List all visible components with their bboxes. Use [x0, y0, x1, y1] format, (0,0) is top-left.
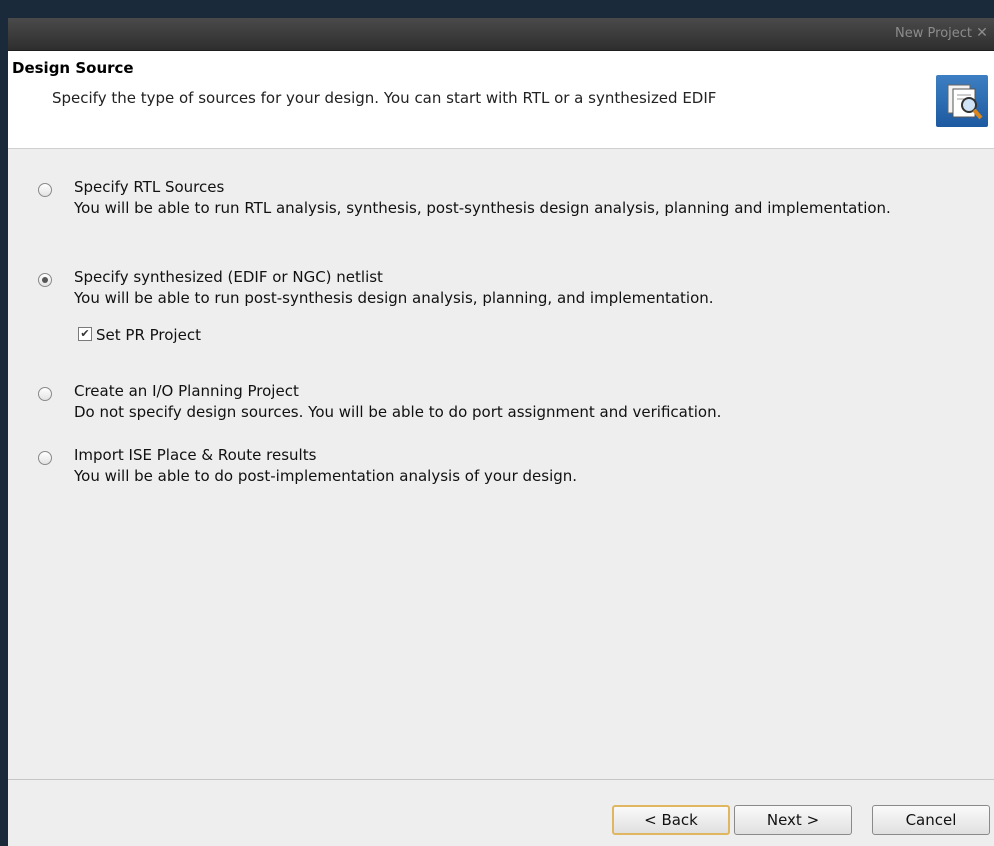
option-title: Specify synthesized (EDIF or NGC) netlis…	[74, 268, 383, 286]
radio-import-ise[interactable]	[38, 451, 52, 465]
page-header: Design Source Specify the type of source…	[8, 51, 994, 149]
set-pr-project-label: Set PR Project	[96, 326, 201, 344]
option-title: Create an I/O Planning Project	[74, 382, 299, 400]
next-button[interactable]: Next >	[734, 805, 852, 835]
window-title: New Project	[895, 26, 972, 41]
footer-separator	[8, 779, 994, 780]
radio-synthesized-netlist[interactable]	[38, 273, 52, 287]
page-title: Design Source	[12, 59, 134, 77]
option-description: You will be able to run RTL analysis, sy…	[74, 199, 891, 217]
option-description: Do not specify design sources. You will …	[74, 403, 722, 421]
back-button[interactable]: < Back	[612, 805, 730, 835]
option-description: You will be able to do post-implementati…	[74, 467, 578, 485]
title-bar: New Project ✕	[8, 18, 994, 51]
page-subtitle: Specify the type of sources for your des…	[52, 89, 717, 107]
cancel-button[interactable]: Cancel	[872, 805, 990, 835]
close-icon[interactable]: ✕	[974, 24, 990, 42]
radio-rtl-sources[interactable]	[38, 183, 52, 197]
option-description: You will be able to run post-synthesis d…	[74, 289, 714, 307]
option-title: Import ISE Place & Route results	[74, 446, 317, 464]
set-pr-project-checkbox[interactable]: ✔	[78, 327, 92, 341]
option-title: Specify RTL Sources	[74, 178, 225, 196]
new-project-dialog: New Project ✕ Design Source Specify the …	[8, 18, 994, 846]
radio-io-planning[interactable]	[38, 387, 52, 401]
wizard-document-icon	[936, 75, 988, 127]
